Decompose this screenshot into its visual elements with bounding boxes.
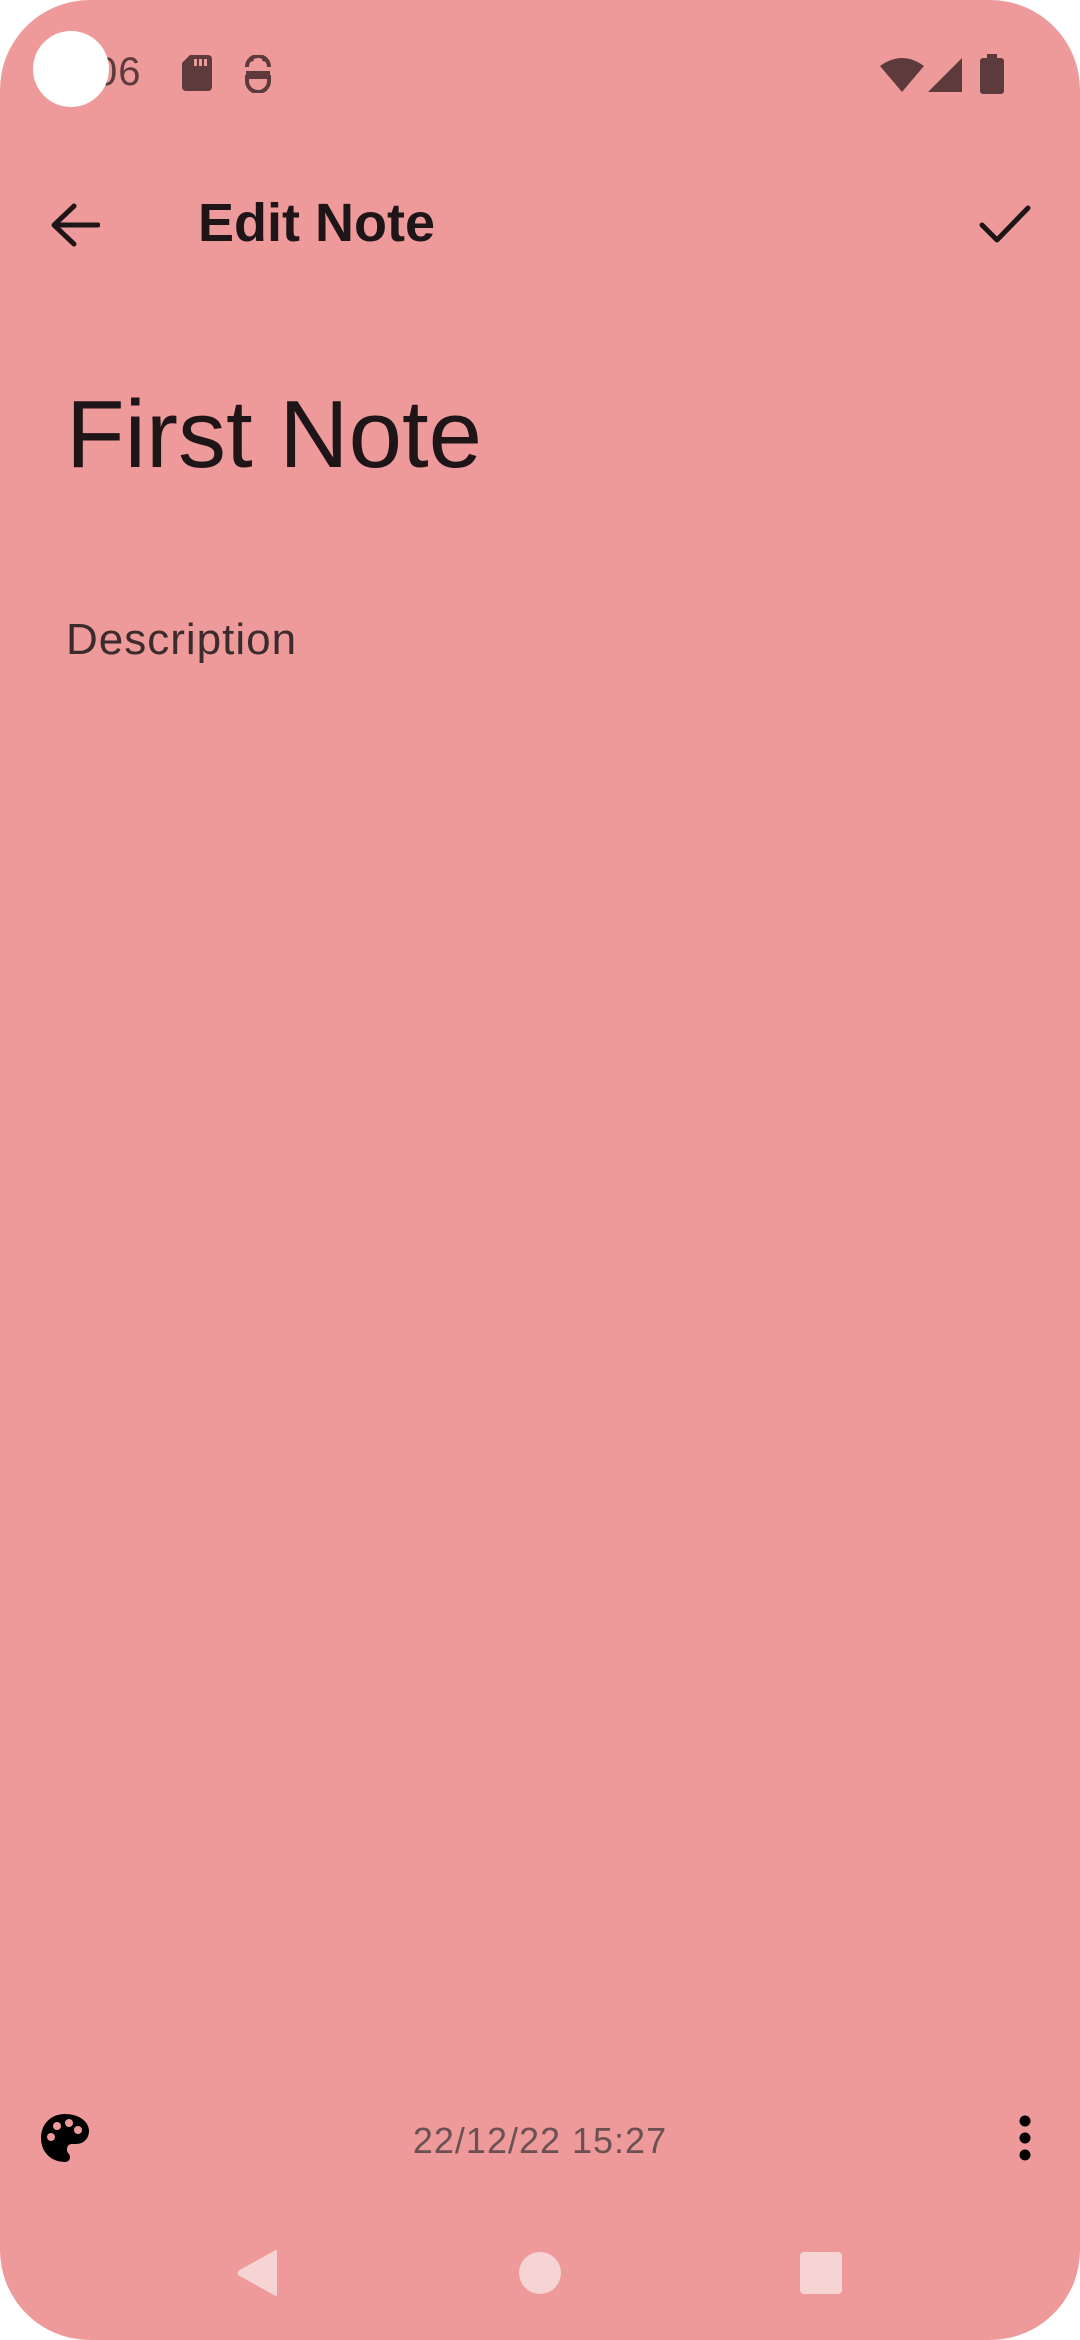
nav-recents-icon [800,2251,842,2299]
check-icon [979,205,1031,250]
arrow-back-icon [50,203,101,252]
status-bar: 06 [0,0,1080,150]
nav-back-button[interactable] [212,2230,302,2320]
note-title-field[interactable]: First Note [66,380,1016,490]
nav-home-icon [518,2251,562,2300]
edit-note-screen: 06 Edit Note First Note Description 22/1… [0,0,1080,2340]
back-button[interactable] [30,182,120,272]
top-app-bar: Edit Note [0,160,1080,290]
page-title: Edit Note [198,193,435,253]
save-button[interactable] [960,182,1050,272]
last-edited-timestamp: 22/12/22 15:27 [412,2120,668,2161]
nav-home-button[interactable] [495,2230,585,2320]
bottom-bar: 22/12/22 15:27 [0,2090,1080,2200]
android-debug-icon [242,54,274,98]
system-nav-bar [0,2230,1080,2320]
note-description-field[interactable]: Description [66,610,1016,670]
more-vert-icon [1018,2115,1032,2166]
more-options-button[interactable] [990,2090,1060,2190]
nav-recents-button[interactable] [776,2230,866,2320]
nav-back-icon [236,2249,278,2302]
wifi-icon [880,58,924,97]
sd-card-icon [182,55,212,96]
cell-signal-icon [928,58,962,97]
battery-icon [980,54,1004,99]
camera-cutout [33,31,109,107]
